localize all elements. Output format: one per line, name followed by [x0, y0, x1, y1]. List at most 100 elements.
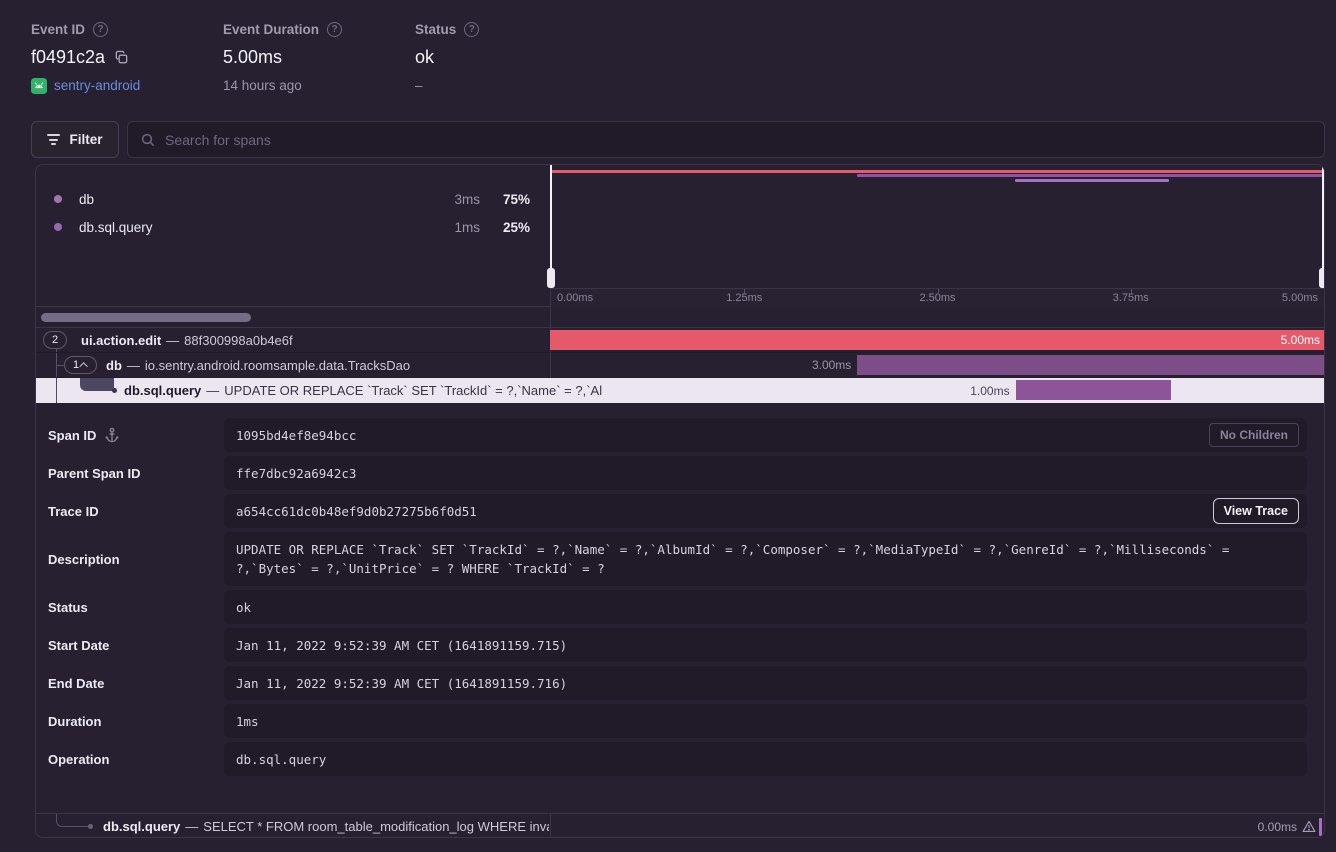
span-description: UPDATE OR REPLACE `Track` SET `TrackId` … — [224, 383, 602, 398]
status-section: Status ? ok – — [415, 22, 479, 94]
event-duration-value: 5.00ms — [223, 47, 282, 68]
minimap-handle-right[interactable] — [1322, 165, 1324, 288]
axis-tick: 0.00ms — [557, 292, 593, 304]
status-label: Status — [415, 22, 456, 37]
legend-item-db-sql-query[interactable]: db.sql.query 1ms 25% — [54, 213, 530, 241]
status-field-value: ok — [236, 600, 251, 615]
event-id-section: Event ID ? f0491c2a sentry-an — [31, 22, 140, 94]
span-row-db-sql-query-selected[interactable]: db.sql.query — UPDATE OR REPLACE `Track`… — [36, 378, 1324, 403]
op-color-dot — [54, 195, 62, 203]
end-date-value: Jan 11, 2022 9:52:39 AM CET (1641891159.… — [236, 676, 567, 691]
span-bar — [857, 355, 1325, 375]
field-status: Status ok — [48, 590, 1307, 624]
event-id-value: f0491c2a — [31, 47, 105, 68]
field-label: Operation — [48, 752, 109, 767]
span-description: io.sentry.android.roomsample.data.Tracks… — [145, 358, 410, 373]
field-parent-span-id: Parent Span ID ffe7dbc92a6942c3 — [48, 456, 1307, 490]
field-duration: Duration 1ms — [48, 704, 1307, 738]
field-label: Status — [48, 600, 88, 615]
field-trace-id: Trace ID a654cc61dc0b48ef9d0b27275b6f0d5… — [48, 494, 1307, 528]
tree-scrollbar-row — [36, 307, 1324, 328]
event-id-label: Event ID — [31, 22, 85, 37]
span-children-pill[interactable]: 2 — [43, 331, 67, 349]
start-date-value: Jan 11, 2022 9:52:39 AM CET (1641891159.… — [236, 638, 567, 653]
op-legend: db 3ms 75% db.sql.query 1ms 25% — [36, 185, 550, 241]
zero-duration-span-tick — [1319, 818, 1322, 836]
android-icon — [31, 78, 47, 94]
project-name: sentry-android — [54, 78, 140, 93]
minimap-bar-sql — [1015, 179, 1170, 182]
help-icon[interactable]: ? — [464, 22, 479, 37]
parent-span-id-value: ffe7dbc92a6942c3 — [236, 466, 356, 481]
filter-button-label: Filter — [69, 132, 102, 147]
span-bar — [1016, 380, 1171, 400]
field-description: Description UPDATE OR REPLACE `Track` SE… — [48, 532, 1307, 586]
legend-op-name: db.sql.query — [79, 220, 153, 235]
event-duration-section: Event Duration ? 5.00ms 14 hours ago — [223, 22, 342, 94]
field-label: Start Date — [48, 638, 109, 653]
span-op: ui.action.edit — [81, 333, 161, 348]
span-op: db — [106, 358, 122, 373]
legend-op-name: db — [79, 192, 94, 207]
span-description: SELECT * FROM room_table_modification_lo… — [203, 819, 549, 834]
operation-field-value: db.sql.query — [236, 752, 326, 767]
span-duration-label: 0.00ms — [1258, 820, 1297, 834]
field-start-date: Start Date Jan 11, 2022 9:52:39 AM CET (… — [48, 628, 1307, 662]
copy-icon[interactable] — [114, 50, 129, 65]
anchor-icon[interactable] — [104, 427, 120, 443]
span-waterfall: db 3ms 75% db.sql.query 1ms 25% — [35, 164, 1325, 838]
view-trace-button[interactable]: View Trace — [1213, 498, 1299, 524]
minimap-handle-left[interactable] — [550, 165, 552, 288]
span-row-db[interactable]: 1 db — io.sentry.android.roomsample.data… — [36, 353, 1324, 378]
field-label: Span ID — [48, 428, 96, 443]
legend-op-duration: 1ms — [434, 220, 480, 235]
span-children-pill[interactable]: 1 — [64, 356, 97, 374]
op-color-dot — [54, 223, 62, 231]
timeline-minimap[interactable]: 0.00ms 1.25ms 2.50ms 3.75ms 5.00ms — [551, 165, 1324, 307]
span-description: 88f300998a0b4e6f — [184, 333, 292, 348]
help-icon[interactable]: ? — [93, 22, 108, 37]
field-operation: Operation db.sql.query — [48, 742, 1307, 776]
span-id-value: 1095bd4ef8e94bcc — [236, 428, 356, 443]
legend-item-db[interactable]: db 3ms 75% — [54, 185, 530, 213]
legend-op-percent: 75% — [480, 192, 530, 207]
field-label: Parent Span ID — [48, 466, 140, 481]
search-icon — [140, 132, 156, 148]
minimap-bar-root — [551, 170, 1324, 173]
field-label: End Date — [48, 676, 104, 691]
time-axis: 0.00ms 1.25ms 2.50ms 3.75ms 5.00ms — [551, 288, 1324, 307]
field-span-id: Span ID 1095bd4ef8e94bcc No Children — [48, 418, 1307, 452]
legend-op-percent: 25% — [480, 220, 530, 235]
chevron-up-icon — [79, 362, 87, 370]
status-subtext: – — [415, 78, 423, 93]
span-search[interactable] — [127, 121, 1325, 158]
duration-field-value: 1ms — [236, 714, 259, 729]
span-duration-label: 3.00ms — [812, 353, 851, 377]
event-time-ago: 14 hours ago — [223, 78, 302, 93]
span-detail-panel: Span ID 1095bd4ef8e94bcc No Children Par… — [36, 403, 1324, 813]
search-input[interactable] — [165, 132, 1312, 148]
axis-tick: 2.50ms — [919, 292, 955, 304]
field-end-date: End Date Jan 11, 2022 9:52:39 AM CET (16… — [48, 666, 1307, 700]
filter-icon — [47, 134, 60, 145]
horizontal-scrollbar[interactable] — [41, 313, 251, 322]
event-duration-label: Event Duration — [223, 22, 319, 37]
axis-tick: 1.25ms — [726, 292, 762, 304]
help-icon[interactable]: ? — [327, 22, 342, 37]
axis-tick: 5.00ms — [1282, 292, 1318, 304]
filter-button[interactable]: Filter — [31, 121, 119, 158]
minimap-bar-db — [857, 174, 1324, 177]
span-op: db.sql.query — [103, 819, 180, 834]
span-row-ui-action-edit[interactable]: 2 ui.action.edit — 88f300998a0b4e6f 5.00… — [36, 328, 1324, 353]
span-duration-label: 1.00ms — [970, 378, 1009, 403]
field-label: Duration — [48, 714, 101, 729]
description-value: UPDATE OR REPLACE `Track` SET `TrackId` … — [236, 542, 1229, 576]
span-op: db.sql.query — [124, 383, 201, 398]
legend-op-duration: 3ms — [434, 192, 480, 207]
field-label: Description — [48, 552, 120, 567]
waterfall-header: db 3ms 75% db.sql.query 1ms 25% — [36, 165, 1324, 307]
status-value: ok — [415, 47, 434, 68]
span-row-db-sql-query-select[interactable]: db.sql.query — SELECT * FROM room_table_… — [36, 813, 1324, 838]
project-link[interactable]: sentry-android — [31, 78, 140, 94]
field-label: Trace ID — [48, 504, 99, 519]
